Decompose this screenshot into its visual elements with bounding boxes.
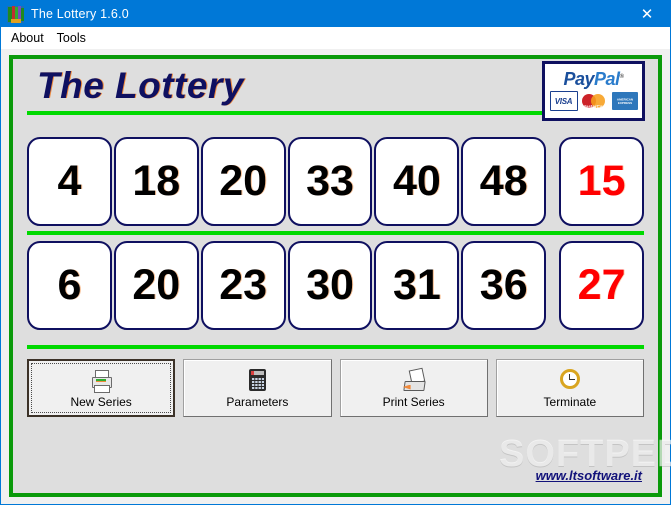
number-box: 20 [200,136,286,226]
website-link[interactable]: www.ltsoftware.it [536,468,642,483]
terminate-button[interactable]: Terminate [495,359,644,417]
calculator-icon [244,368,270,392]
menu-bar: About Tools [1,27,670,49]
parameters-button-label: Parameters [226,394,289,409]
number-box: 48 [461,136,547,226]
app-lottery-icon [7,5,24,23]
title-bar: The Lottery 1.6.0 ✕ [1,1,670,27]
number-box: 18 [113,136,199,226]
paypal-wordmark: PayPal® [549,67,638,89]
number-box: 20 [113,240,199,330]
number-box: 40 [374,136,460,226]
print-series-button[interactable]: Print Series [339,359,488,417]
series-row-1: 4 18 20 33 40 48 15 [13,131,658,231]
client-area: The Lottery PayPal® VISA MasterCard AMER… [1,49,670,504]
terminate-button-label: Terminate [543,394,597,409]
main-panel: The Lottery PayPal® VISA MasterCard AMER… [9,55,662,497]
visa-card-icon: VISA [549,91,578,111]
visa-card-label: VISA [554,96,573,106]
amex-card-label: AMERICAN EXPRESS [616,97,633,105]
number-box: 4 [27,136,112,226]
window-title: The Lottery 1.6.0 [31,7,129,21]
mastercard-card-icon: MasterCard [581,92,608,110]
number-box: 6 [27,240,112,330]
paypal-registered-mark: ® [619,74,624,80]
new-series-button[interactable]: New Series [27,359,176,417]
menu-item-tools[interactable]: Tools [53,29,95,47]
amex-card-icon: AMERICAN EXPRESS [611,92,638,110]
number-box: 31 [374,240,460,330]
page-title: The Lottery [37,65,244,106]
printer-icon [88,368,114,393]
close-icon[interactable]: ✕ [624,1,670,27]
parameters-button[interactable]: Parameters [183,359,332,417]
print-series-button-label: Print Series [382,394,445,409]
clock-icon [557,368,583,392]
header-row: The Lottery PayPal® VISA MasterCard AMER… [13,59,658,131]
number-box: 36 [461,240,547,330]
menu-item-about[interactable]: About [7,29,53,47]
paypal-pal-text: Pal [594,69,620,89]
paypal-card-list: VISA MasterCard AMERICAN EXPRESS [549,91,638,111]
button-bar: New Series Parameters Print Series Termi… [13,349,658,417]
mastercard-card-label: MasterCard [582,104,607,109]
number-box: 33 [287,136,373,226]
number-box: 30 [287,240,373,330]
app-window: The Lottery 1.6.0 ✕ About Tools The Lott… [0,0,671,505]
paypal-badge[interactable]: PayPal® VISA MasterCard AMERICAN EXPRESS [542,61,645,121]
special-number-box: 15 [559,136,645,226]
number-box: 23 [200,240,286,330]
special-number-box: 27 [559,240,645,330]
paypal-pay-text: Pay [563,69,595,89]
brand-underline-rule [27,111,557,115]
series-row-2: 6 20 23 30 31 36 27 [13,235,658,335]
print-out-icon [401,367,427,392]
